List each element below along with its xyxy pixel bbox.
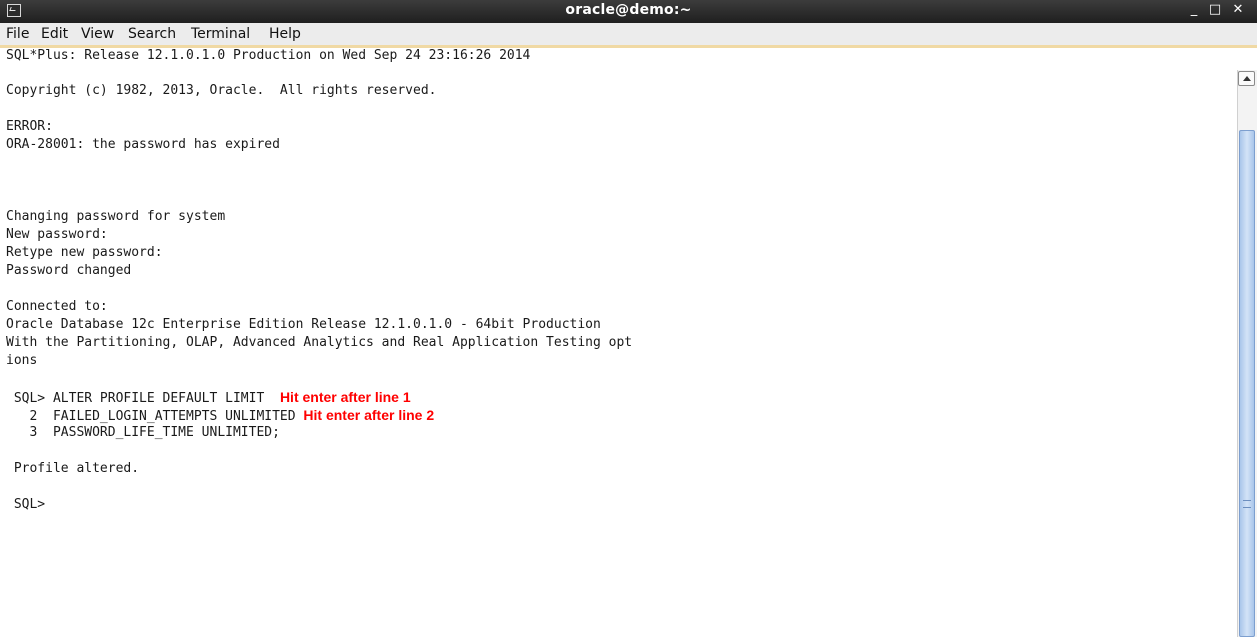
window-title: oracle@demo:~ (565, 2, 692, 18)
terminal-area[interactable]: SQL*Plus: Release 12.1.0.1.0 Production … (0, 48, 1237, 637)
terminal-line: Password changed (6, 263, 132, 278)
terminal-line: Changing password for system (6, 209, 226, 224)
close-button[interactable]: ✕ (1230, 2, 1246, 17)
menu-edit[interactable]: Edit (41, 26, 68, 42)
terminal-line: Copyright (c) 1982, 2013, Oracle. All ri… (6, 83, 437, 98)
terminal-line: ions (6, 353, 38, 368)
terminal-line: With the Partitioning, OLAP, Advanced An… (6, 335, 633, 350)
maximize-button[interactable]: □ (1207, 2, 1223, 17)
sql-command-line-2: 2 FAILED_LOGIN_ATTEMPTS UNLIMITED Hit en… (6, 407, 435, 424)
terminal-line: Profile altered. (6, 461, 140, 476)
menu-bar: File Edit View Search Terminal Help (0, 23, 1257, 48)
sql-command-line-3: 3 PASSWORD_LIFE_TIME UNLIMITED; (6, 425, 280, 440)
annotation-2: Hit enter after line 2 (303, 407, 435, 423)
terminal-line: ORA-28001: the password has expired (6, 137, 280, 152)
sql-command-line-1: SQL> ALTER PROFILE DEFAULT LIMIT Hit ent… (6, 389, 411, 406)
annotation-1: Hit enter after line 1 (279, 389, 411, 405)
title-bar: oracle@demo:~ _ □ ✕ (0, 0, 1257, 23)
sql-line-text: 2 FAILED_LOGIN_ATTEMPTS UNLIMITED (6, 409, 296, 424)
sql-line-text: SQL> ALTER PROFILE DEFAULT LIMIT (6, 391, 265, 406)
scroll-up-arrow-icon[interactable] (1238, 71, 1255, 86)
menu-help[interactable]: Help (269, 26, 301, 42)
terminal-line: ERROR: (6, 119, 53, 134)
terminal-line: Retype new password: (6, 245, 163, 260)
terminal-line: New password: (6, 227, 108, 242)
minimize-button[interactable]: _ (1186, 2, 1202, 17)
terminal-line: Connected to: (6, 299, 108, 314)
menu-search[interactable]: Search (128, 26, 176, 42)
terminal-line: SQL*Plus: Release 12.1.0.1.0 Production … (6, 48, 531, 63)
menu-terminal[interactable]: Terminal (191, 26, 250, 42)
menu-view[interactable]: View (81, 26, 114, 42)
sql-prompt: SQL> (6, 497, 46, 512)
grip-icon (1243, 500, 1251, 508)
menu-file[interactable]: File (6, 26, 29, 42)
terminal-line: Oracle Database 12c Enterprise Edition R… (6, 317, 601, 332)
scrollbar-thumb[interactable] (1239, 130, 1255, 637)
